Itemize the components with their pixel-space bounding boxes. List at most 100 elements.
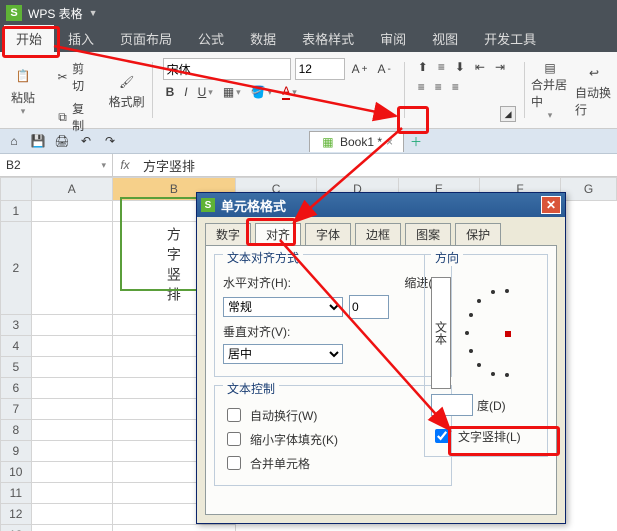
orient-dial[interactable] — [457, 283, 527, 383]
dlg-tab-pattern[interactable]: 图案 — [405, 223, 451, 245]
shrink-checkbox[interactable]: 缩小字体填充(K) — [223, 429, 443, 449]
bold-button[interactable]: B — [163, 83, 178, 101]
underline-button[interactable]: U▾ — [195, 83, 216, 101]
font-color-button[interactable]: A▾ — [279, 82, 300, 102]
dlg-tab-border[interactable]: 边框 — [355, 223, 401, 245]
row-header-1[interactable]: 1 — [1, 201, 32, 222]
app-title: WPS 表格 — [28, 5, 83, 22]
row-header-12[interactable]: 12 — [1, 504, 32, 525]
col-header-g[interactable]: G — [561, 178, 617, 201]
font-name-select[interactable] — [163, 58, 291, 80]
indent-spinner[interactable] — [349, 295, 389, 319]
row-header-7[interactable]: 7 — [1, 399, 32, 420]
titlebar: S WPS 表格 ▼ — [0, 0, 617, 26]
decrease-indent-button[interactable]: ⇤ — [472, 58, 488, 76]
merge-center-label: 合并居中 — [531, 76, 569, 110]
clipboard-icon: 📋 — [10, 63, 36, 89]
align-middle-button[interactable]: ≡ — [435, 58, 448, 76]
dlg-tab-number[interactable]: 数字 — [205, 223, 251, 245]
fill-color-button[interactable]: 🪣▾ — [248, 83, 275, 101]
row-header-9[interactable]: 9 — [1, 441, 32, 462]
align-center-button[interactable]: ≡ — [432, 78, 445, 96]
row-header-8[interactable]: 8 — [1, 420, 32, 441]
tab-layout[interactable]: 页面布局 — [108, 25, 184, 52]
paste-label: 粘贴 — [11, 89, 35, 106]
tab-formula[interactable]: 公式 — [186, 25, 236, 52]
tab-data[interactable]: 数据 — [238, 25, 288, 52]
font-size-select[interactable] — [295, 58, 345, 80]
dialog-tabs: 数字 对齐 字体 边框 图案 保护 — [197, 217, 565, 245]
wrap-label: 自动换行 — [575, 84, 613, 118]
tab-dev[interactable]: 开发工具 — [472, 25, 548, 52]
titlebar-dropdown-icon[interactable]: ▼ — [89, 8, 98, 18]
dlg-tab-font[interactable]: 字体 — [305, 223, 351, 245]
border-button[interactable]: ▦▾ — [220, 83, 244, 101]
dialog-titlebar[interactable]: S 单元格格式 ✕ — [197, 193, 565, 217]
cell-b2-text: 方字竖排 — [164, 227, 184, 307]
format-painter-label: 格式刷 — [109, 93, 145, 110]
row-header-11[interactable]: 11 — [1, 483, 32, 504]
document-tab[interactable]: ▦ Book1 * × — [309, 131, 404, 152]
wrap-icon: ↩ — [583, 62, 605, 84]
wrap-checkbox[interactable]: 自动换行(W) — [223, 405, 443, 425]
name-box[interactable]: B2▾ — [0, 154, 113, 176]
degree-label: 度(D) — [477, 397, 506, 414]
align-top-button[interactable]: ⬆ — [415, 58, 431, 76]
merge-checkbox[interactable]: 合并单元格 — [223, 453, 443, 473]
align-dialog-launcher[interactable]: ◢ — [500, 106, 516, 122]
wrap-text-button[interactable]: ↩ 自动换行 — [575, 59, 613, 121]
tab-view[interactable]: 视图 — [420, 25, 470, 52]
tab-review[interactable]: 审阅 — [368, 25, 418, 52]
tab-insert[interactable]: 插入 — [56, 25, 106, 52]
valign-select[interactable]: 居中 — [223, 344, 343, 364]
valign-label: 垂直对齐(V): — [223, 323, 290, 340]
row-header-13[interactable]: 13 — [1, 525, 32, 531]
italic-button[interactable]: I — [181, 83, 190, 101]
close-doc-icon[interactable]: × — [386, 135, 393, 149]
wrap-chk-label: 自动换行(W) — [250, 407, 317, 424]
merge-center-button[interactable]: ▤ 合并居中▾ — [531, 59, 569, 121]
copy-label: 复制 — [72, 100, 95, 134]
align-left-button[interactable]: ≡ — [415, 78, 428, 96]
copy-button[interactable]: ⧉复制 — [52, 98, 98, 136]
align-right-button[interactable]: ≡ — [449, 78, 462, 96]
name-box-value: B2 — [6, 158, 21, 172]
fx-icon[interactable]: fx — [113, 158, 137, 172]
align-bottom-button[interactable]: ⬇ — [452, 58, 468, 76]
row-header-2[interactable]: 2 — [1, 222, 32, 315]
halign-select[interactable]: 常规 — [223, 297, 343, 317]
row-header-5[interactable]: 5 — [1, 357, 32, 378]
tab-tablestyle[interactable]: 表格样式 — [290, 25, 366, 52]
formula-input[interactable]: 方字竖排 — [137, 156, 617, 175]
formula-bar: B2▾ fx 方字竖排 — [0, 154, 617, 177]
grow-font-button[interactable]: A+ — [349, 60, 371, 78]
increase-indent-button[interactable]: ⇥ — [492, 58, 508, 76]
qat-home-icon[interactable]: ⌂ — [6, 133, 22, 149]
doc-name: Book1 * — [340, 135, 382, 149]
brush-icon: 🖌 — [116, 71, 138, 93]
qat-redo-icon[interactable]: ↷ — [102, 133, 118, 149]
cut-button[interactable]: ✂剪切 — [52, 58, 98, 96]
dlg-tab-protect[interactable]: 保护 — [455, 223, 501, 245]
new-doc-icon[interactable]: ＋ — [404, 133, 428, 150]
degree-spinner[interactable] — [431, 394, 473, 416]
row-header-6[interactable]: 6 — [1, 378, 32, 399]
format-painter-button[interactable]: 🖌 格式刷 — [108, 59, 146, 121]
select-all-corner[interactable] — [1, 178, 32, 201]
paste-button[interactable]: 📋 粘贴 ▾ — [4, 59, 42, 121]
vertical-text-checkbox[interactable]: 文字竖排(L) — [431, 426, 541, 446]
orient-vertical-preview[interactable]: 文本 — [431, 277, 451, 389]
dialog-close-button[interactable]: ✕ — [541, 196, 561, 214]
tab-start[interactable]: 开始 — [4, 25, 54, 52]
scissors-icon: ✂ — [55, 69, 70, 85]
dialog-logo-icon: S — [201, 198, 215, 212]
row-header-10[interactable]: 10 — [1, 462, 32, 483]
row-header-4[interactable]: 4 — [1, 336, 32, 357]
dialog-body: 文本对齐方式 水平对齐(H): 缩进(I): 常规 垂直对齐(V): 居中 文本… — [205, 245, 557, 515]
app-logo-icon: S — [6, 5, 22, 21]
col-header-a[interactable]: A — [31, 178, 112, 201]
shrink-font-button[interactable]: A- — [374, 60, 393, 78]
qat-save-icon[interactable]: 💾 — [30, 133, 46, 149]
row-header-3[interactable]: 3 — [1, 315, 32, 336]
dlg-tab-align[interactable]: 对齐 — [255, 223, 301, 245]
